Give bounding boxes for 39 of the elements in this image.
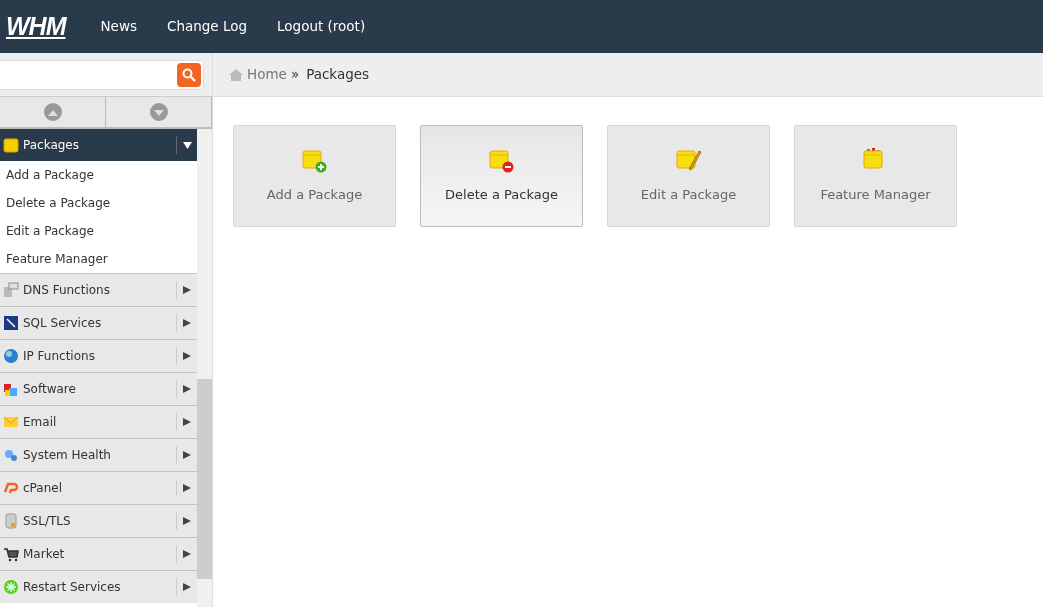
package-icon bbox=[3, 137, 19, 153]
nav-link[interactable]: Logout (root) bbox=[277, 16, 366, 37]
search-icon bbox=[182, 67, 196, 82]
breadcrumb-link[interactable]: Home bbox=[247, 64, 287, 85]
server-icon bbox=[3, 282, 19, 298]
boxes-icon bbox=[3, 381, 19, 397]
cpanel-logo-icon bbox=[3, 480, 19, 496]
breadcrumb-current: Packages bbox=[306, 65, 370, 85]
globe-icon bbox=[3, 348, 19, 364]
search-field[interactable] bbox=[0, 59, 204, 90]
tile-button[interactable]: Feature Manager bbox=[794, 125, 957, 227]
sidebar-group[interactable]: IP Functions bbox=[0, 339, 197, 372]
logo[interactable]: WHM bbox=[6, 7, 66, 46]
search-button[interactable] bbox=[177, 62, 201, 87]
tile-button[interactable]: Edit a Package bbox=[607, 125, 770, 227]
sidebar-group[interactable]: Software bbox=[0, 372, 197, 405]
wheel-icon bbox=[3, 579, 19, 595]
gears-icon bbox=[3, 447, 19, 463]
nav-link[interactable]: Change Log bbox=[166, 16, 248, 37]
nav-link[interactable]: News bbox=[100, 16, 137, 37]
sidebar-group-header[interactable]: Packages bbox=[0, 129, 197, 161]
database-icon bbox=[3, 315, 19, 331]
sidebar-group[interactable]: Market bbox=[0, 537, 197, 570]
sidebar-group[interactable]: SQL Services bbox=[0, 306, 197, 339]
sidebar-group-label: Packages bbox=[23, 137, 80, 154]
sidebar-group[interactable]: Restart Services bbox=[0, 570, 197, 603]
certificate-icon bbox=[3, 513, 19, 529]
scrollbar-thumb[interactable] bbox=[197, 379, 212, 579]
breadcrumb-separator: » bbox=[290, 65, 300, 85]
sidebar-group[interactable]: SSL/TLS bbox=[0, 504, 197, 537]
tile-button[interactable]: Add a Package bbox=[233, 125, 396, 227]
home-icon bbox=[229, 68, 243, 81]
sidebar-group[interactable]: System Health bbox=[0, 438, 197, 471]
tile-button[interactable]: Delete a Package bbox=[420, 125, 583, 227]
sidebar-group[interactable]: Email bbox=[0, 405, 197, 438]
sidebar-group[interactable]: DNS Functions bbox=[0, 273, 197, 306]
cart-icon bbox=[3, 546, 19, 562]
sidebar-group[interactable]: cPanel bbox=[0, 471, 197, 504]
envelope-icon bbox=[3, 414, 19, 430]
